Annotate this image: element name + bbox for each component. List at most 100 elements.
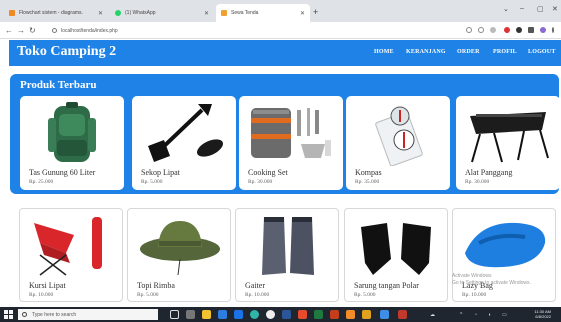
app-icon[interactable] [398, 310, 407, 319]
grill-image [470, 112, 549, 163]
nav-keranjang[interactable]: KERANJANG [406, 49, 446, 55]
site-info-icon[interactable] [52, 28, 57, 33]
battery-icon[interactable]: ▭ [502, 312, 507, 318]
product-name: Cooking Set [248, 168, 288, 177]
whatsapp-favicon-icon [115, 10, 121, 16]
cooking-set-image [251, 108, 331, 158]
window-close-icon[interactable]: ✕ [552, 5, 558, 13]
xampp-icon[interactable] [346, 310, 355, 319]
word-icon[interactable] [282, 310, 291, 319]
app-icon[interactable] [362, 310, 371, 319]
task-view-icon[interactable] [170, 310, 179, 319]
network-icon[interactable]: ◔ [474, 312, 477, 318]
url-text: localhost/tenda/index.php [61, 27, 118, 34]
site-favicon-icon [221, 10, 227, 16]
nav-logout[interactable]: LOGOUT [528, 49, 556, 55]
product-card[interactable]: Cooking Set Rp. 30.000 [239, 96, 343, 190]
bucket-hat-image [140, 221, 220, 276]
product-card[interactable]: Sarung tangan Polar Rp. 5.000 [344, 208, 448, 302]
profile-avatar-icon[interactable] [540, 27, 546, 33]
windows-start-icon[interactable] [4, 310, 13, 319]
product-name: Alat Panggang [465, 168, 513, 177]
product-price: Rp. 35.000 [355, 179, 380, 185]
reload-icon[interactable]: ↻ [29, 25, 36, 36]
zoom-icon[interactable] [466, 27, 472, 33]
backpack-image [48, 102, 96, 162]
browser-tab-strip: Flowchart sistem - diagrams.net ✕ (1) Wh… [0, 0, 561, 22]
product-name: Sekop Lipat [141, 168, 180, 177]
watermark-line2: Go to Settings to activate Windows. [452, 280, 531, 286]
close-icon[interactable]: ✕ [300, 10, 305, 17]
tab-whatsapp[interactable]: (1) WhatsApp ✕ [110, 4, 214, 22]
product-card[interactable]: Gaiter Rp. 10.000 [235, 208, 339, 302]
nav-home[interactable]: HOME [374, 49, 394, 55]
new-tab-icon[interactable]: + [313, 6, 318, 18]
volume-icon[interactable]: ◖ [488, 312, 491, 318]
taskbar-clock[interactable]: 11:30 AM 6/8/2022 [521, 309, 551, 319]
product-name: Gaiter [245, 281, 265, 290]
product-card[interactable]: Alat Panggang Rp. 30.000 [456, 96, 560, 190]
site-navbar: Toko Camping 2 HOME KERANJANG ORDER PROF… [9, 40, 561, 66]
weather-icon[interactable]: ☁ [430, 312, 435, 318]
nav-order[interactable]: ORDER [457, 49, 480, 55]
store-icon[interactable] [234, 310, 243, 319]
tab-diagrams[interactable]: Flowchart sistem - diagrams.net ✕ [4, 4, 108, 22]
share-icon[interactable] [478, 27, 484, 33]
taskbar-search-input[interactable]: Type here to search [18, 309, 158, 320]
bookmark-star-icon[interactable] [490, 27, 496, 33]
product-card[interactable]: Lazy Bag Rp. 10.000 [452, 208, 556, 302]
file-explorer-icon[interactable] [202, 310, 211, 319]
extension-icon[interactable] [516, 27, 522, 33]
gloves-image [361, 223, 431, 275]
product-name: Kompas [355, 168, 382, 177]
chrome-icon[interactable] [266, 310, 275, 319]
product-card[interactable]: Topi Rimba Rp. 5.000 [127, 208, 231, 302]
product-price: Rp. 5.000 [141, 179, 163, 185]
menu-kebab-icon[interactable] [552, 27, 554, 33]
product-price: Rp. 10.000 [29, 292, 54, 298]
tab-sewa-tenda[interactable]: Sewa Tenda ✕ [216, 4, 310, 22]
product-card[interactable]: Sekop Lipat Rp. 5.000 [132, 96, 236, 190]
tab-label: Sewa Tenda [231, 10, 259, 16]
maximize-icon[interactable]: ▢ [537, 5, 544, 13]
folding-chair-image [34, 217, 102, 276]
powerpoint-icon[interactable] [330, 310, 339, 319]
tab-label: (1) WhatsApp [125, 10, 156, 16]
compass-image [375, 106, 423, 166]
minimize-icon[interactable]: – [520, 5, 524, 12]
widgets-icon[interactable] [186, 310, 195, 319]
address-bar: ← → ↻ localhost/tenda/index.php [0, 22, 561, 39]
forward-icon[interactable]: → [17, 25, 25, 36]
watermark-line1: Activate Windows [452, 273, 492, 279]
tab-search-icon[interactable]: ⌄ [503, 5, 509, 13]
product-name: Topi Rimba [137, 281, 175, 290]
product-price: Rp. 25.000 [29, 179, 54, 185]
search-icon [22, 312, 27, 317]
url-field[interactable]: localhost/tenda/index.php [52, 25, 442, 36]
product-price: Rp. 10.000 [462, 292, 487, 298]
clock-date: 6/8/2022 [535, 314, 551, 319]
nav-profil[interactable]: PROFIL [493, 49, 517, 55]
featured-products-section: Produk Terbaru Tas Gunung 60 Liter Rp. 2… [10, 74, 560, 194]
app-icon[interactable] [298, 310, 307, 319]
mail-icon[interactable] [218, 310, 227, 319]
back-icon[interactable]: ← [5, 25, 13, 36]
diagrams-favicon-icon [9, 10, 15, 16]
product-card[interactable]: Tas Gunung 60 Liter Rp. 25.000 [20, 96, 124, 190]
screen: Flowchart sistem - diagrams.net ✕ (1) Wh… [0, 0, 561, 322]
close-icon[interactable]: ✕ [204, 10, 209, 17]
extension-icon[interactable] [504, 27, 510, 33]
tray-chevron-icon[interactable]: ^ [460, 312, 462, 318]
activate-windows-watermark: Activate Windows Go to Settings to activ… [452, 273, 531, 287]
brand-title[interactable]: Toko Camping 2 [17, 44, 116, 60]
product-name: Tas Gunung 60 Liter [29, 168, 96, 177]
edge-icon[interactable] [250, 310, 259, 319]
app-icon[interactable] [380, 310, 389, 319]
extensions-puzzle-icon[interactable] [528, 27, 534, 33]
close-icon[interactable]: ✕ [98, 10, 103, 17]
product-card[interactable]: Kursi Lipat Rp. 10.000 [19, 208, 123, 302]
excel-icon[interactable] [314, 310, 323, 319]
product-card[interactable]: Kompas Rp. 35.000 [346, 96, 450, 190]
lazy-bag-image [465, 222, 546, 268]
section-title: Produk Terbaru [20, 79, 97, 91]
